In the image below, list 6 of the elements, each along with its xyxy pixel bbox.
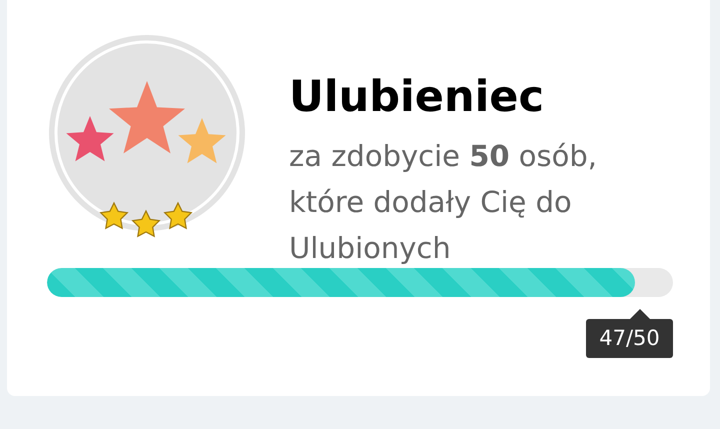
star-icon	[99, 202, 129, 230]
progress-tooltip: 47/50	[586, 319, 673, 358]
achievement-title: Ulubieniec	[289, 71, 545, 124]
star-icon	[163, 202, 193, 230]
achievement-description: za zdobycie 50 osób, które dodały Cię do Ulubionych	[289, 138, 598, 267]
star-icon	[131, 210, 161, 238]
